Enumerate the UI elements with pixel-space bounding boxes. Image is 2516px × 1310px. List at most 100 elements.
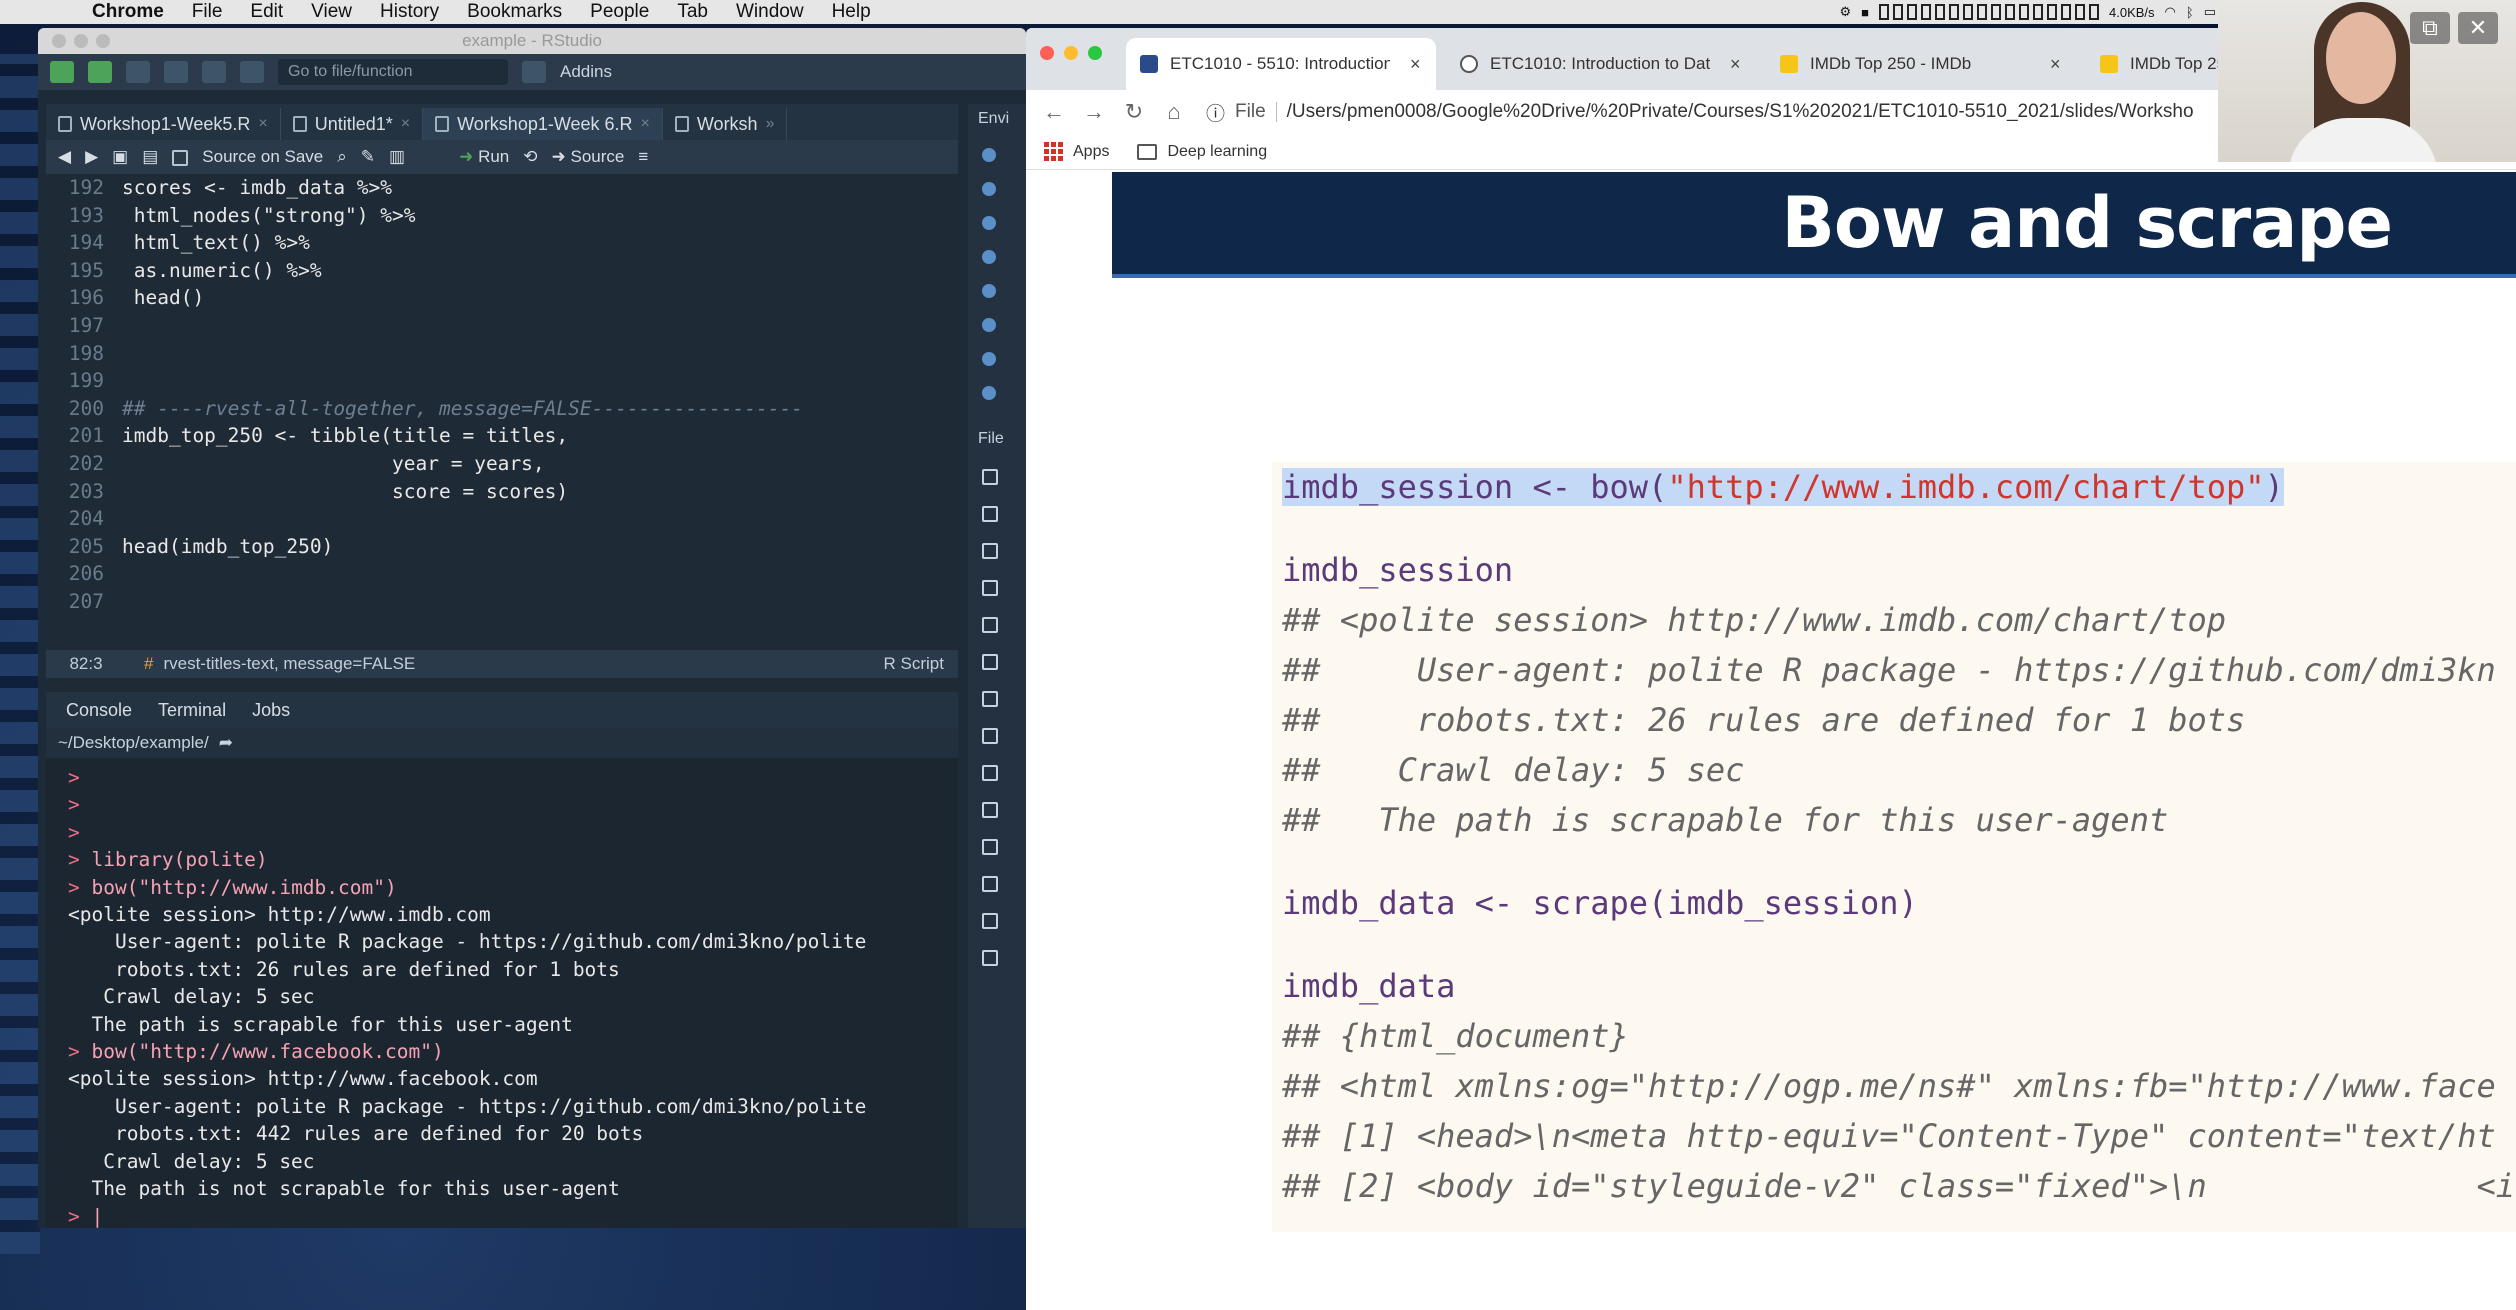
file-type-selector[interactable]: R Script: [884, 654, 944, 674]
close-tab-icon[interactable]: ×: [1730, 54, 1741, 75]
file-checkbox[interactable]: [982, 839, 998, 855]
close-tab-icon[interactable]: ×: [258, 115, 267, 133]
bluetooth-icon[interactable]: ᛒ: [2186, 5, 2194, 20]
close-tab-icon[interactable]: ×: [2050, 54, 2061, 75]
outline-icon[interactable]: ≡: [638, 147, 648, 167]
file-checkbox[interactable]: [982, 765, 998, 781]
tab-terminal[interactable]: Terminal: [158, 700, 226, 721]
wand-icon[interactable]: ✎: [361, 147, 375, 167]
env-object-icon[interactable]: [982, 352, 996, 366]
save-all-icon[interactable]: [202, 61, 226, 83]
bookmark-apps[interactable]: Apps: [1044, 142, 1109, 161]
wifi-icon[interactable]: ◠: [2165, 4, 2176, 20]
file-checkbox[interactable]: [982, 506, 998, 522]
editor-tab-week5[interactable]: Workshop1-Week5.R ×: [46, 108, 281, 140]
menu-bookmarks[interactable]: Bookmarks: [467, 1, 562, 23]
new-file-icon[interactable]: [50, 61, 74, 83]
slide-output-line: ## <html xmlns:og="http://ogp.me/ns#" xm…: [1282, 1067, 2496, 1105]
env-object-icon[interactable]: [982, 284, 996, 298]
minimize-window-button[interactable]: [74, 34, 88, 48]
close-window-button[interactable]: [1040, 46, 1054, 60]
env-object-icon[interactable]: [982, 216, 996, 230]
bookmark-deep-learning[interactable]: Deep learning: [1137, 143, 1267, 161]
zoom-window-button[interactable]: [1088, 46, 1102, 60]
file-checkbox[interactable]: [982, 876, 998, 892]
editor-tab-week6[interactable]: Workshop1-Week 6.R ×: [423, 108, 663, 140]
grid-layout-icon[interactable]: [522, 61, 546, 83]
dropbox-icon[interactable]: ⚙: [1840, 4, 1852, 20]
env-object-icon[interactable]: [982, 182, 996, 196]
forward-arrow-icon[interactable]: ▶: [85, 147, 98, 167]
source-on-save-checkbox[interactable]: [172, 147, 189, 167]
zoom-window-button[interactable]: [96, 34, 110, 48]
file-checkbox[interactable]: [982, 580, 998, 596]
menu-edit[interactable]: Edit: [250, 1, 283, 23]
reload-icon[interactable]: ↻: [1114, 99, 1154, 125]
editor-tab-untitled1[interactable]: Untitled1* ×: [281, 108, 424, 140]
close-icon[interactable]: ✕: [2458, 12, 2498, 44]
save-icon[interactable]: [164, 61, 188, 83]
file-checkbox[interactable]: [982, 469, 998, 485]
back-arrow-icon[interactable]: ◀: [58, 147, 71, 167]
file-checkbox[interactable]: [982, 617, 998, 633]
menubar-app-name[interactable]: Chrome: [92, 1, 164, 23]
open-file-icon[interactable]: [126, 61, 150, 83]
close-tab-icon[interactable]: ×: [1410, 54, 1421, 75]
minimize-window-button[interactable]: [1064, 46, 1078, 60]
file-checkbox[interactable]: [982, 691, 998, 707]
browser-tab-etc1010[interactable]: ETC1010: Introduction to Data ×: [1446, 38, 1756, 90]
source-button[interactable]: ➜ Source: [552, 147, 625, 167]
env-object-icon[interactable]: [982, 318, 996, 332]
home-icon[interactable]: ⌂: [1154, 99, 1194, 125]
menu-help[interactable]: Help: [832, 1, 871, 23]
run-button[interactable]: ➜ Run: [459, 147, 509, 167]
browser-tab-imdb-top250[interactable]: IMDb Top 250 - IMDb ×: [1766, 38, 2076, 90]
menu-window[interactable]: Window: [736, 1, 804, 23]
addins-menu[interactable]: Addins: [560, 62, 612, 82]
tab-console[interactable]: Console: [66, 700, 132, 721]
save-icon[interactable]: ▤: [142, 147, 158, 167]
console-input-line[interactable]: > |: [68, 1203, 958, 1229]
environment-tab-label[interactable]: Envi: [968, 104, 1026, 128]
file-checkbox[interactable]: [982, 543, 998, 559]
file-checkbox[interactable]: [982, 802, 998, 818]
files-tab-label[interactable]: File: [968, 400, 1026, 448]
close-window-button[interactable]: [52, 34, 66, 48]
menu-history[interactable]: History: [380, 1, 439, 23]
env-object-icon[interactable]: [982, 148, 996, 162]
file-checkbox[interactable]: [982, 950, 998, 966]
record-icon[interactable]: ■: [1861, 5, 1869, 20]
forward-icon[interactable]: →: [1074, 99, 1114, 125]
env-object-icon[interactable]: [982, 250, 996, 264]
rerun-icon[interactable]: ⟲: [523, 147, 537, 167]
menu-view[interactable]: View: [311, 1, 352, 23]
file-checkbox[interactable]: [982, 913, 998, 929]
code-editor[interactable]: 192 scores <- imdb_data %>% 193 html_node…: [46, 174, 958, 614]
file-checkbox[interactable]: [982, 654, 998, 670]
back-icon[interactable]: ←: [1034, 99, 1074, 125]
close-tab-icon[interactable]: ×: [401, 115, 410, 133]
env-object-icon[interactable]: [982, 386, 996, 400]
battery-icon[interactable]: ▭: [2204, 4, 2216, 20]
close-tab-icon[interactable]: ×: [641, 115, 650, 133]
info-icon[interactable]: ⓘ: [1206, 99, 1225, 126]
menu-file[interactable]: File: [192, 1, 223, 23]
menu-tab[interactable]: Tab: [677, 1, 708, 23]
compile-report-icon[interactable]: ▥: [389, 147, 405, 167]
goto-file-input[interactable]: Go to file/function: [278, 59, 508, 85]
tab-jobs[interactable]: Jobs: [252, 700, 290, 721]
console-output[interactable]: > > > > library(polite) > bow("http://ww…: [46, 758, 958, 1228]
editor-tab-worksh[interactable]: Worksh »: [663, 108, 788, 140]
goto-dir-icon[interactable]: ➦: [219, 733, 233, 753]
browser-tab-etc1010-5510[interactable]: ETC1010 - 5510: Introduction t ×: [1126, 38, 1436, 90]
new-project-icon[interactable]: [88, 61, 112, 83]
pip-expand-icon[interactable]: ⧉: [2410, 12, 2450, 44]
search-icon[interactable]: ⌕: [337, 147, 347, 167]
file-checkbox[interactable]: [982, 728, 998, 744]
print-icon[interactable]: [240, 61, 264, 83]
address-bar[interactable]: ⓘ File /Users/pmen0008/Google%20Drive/%2…: [1206, 99, 2194, 126]
menu-people[interactable]: People: [590, 1, 649, 23]
show-in-window-icon[interactable]: ▣: [112, 147, 128, 167]
more-tabs-icon[interactable]: »: [766, 115, 775, 133]
chunk-selector[interactable]: rvest-titles-text, message=FALSE: [163, 654, 415, 674]
